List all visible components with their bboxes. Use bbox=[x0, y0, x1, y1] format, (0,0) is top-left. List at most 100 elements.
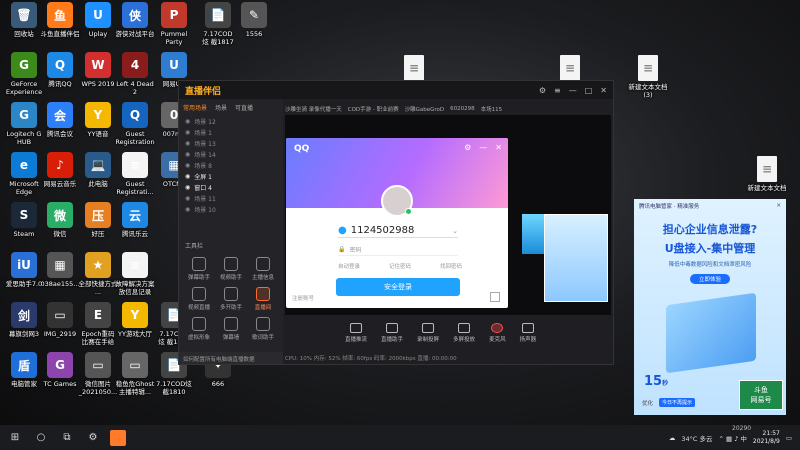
try-now-button[interactable]: 立即体验 bbox=[690, 274, 730, 284]
scene-item[interactable]: ◉ 窗口 4 bbox=[179, 182, 283, 193]
tool-button[interactable]: 直播间 bbox=[247, 287, 279, 311]
app-icon: Q bbox=[47, 52, 73, 78]
menu-icon[interactable]: ≡ bbox=[554, 86, 561, 95]
tray-icons[interactable]: ⌃ ▦ ♪ 中 bbox=[718, 433, 746, 443]
login-button[interactable]: 安全登录 bbox=[336, 278, 460, 296]
search-icon[interactable]: ○ bbox=[30, 429, 52, 447]
scene-item[interactable]: ◉ 场景 13 bbox=[179, 138, 283, 149]
tab-common-scenes[interactable]: 常用场景 bbox=[183, 103, 207, 112]
stream-control-button[interactable]: 麦克风 bbox=[489, 323, 506, 343]
scene-label: 全屏 1 bbox=[194, 174, 212, 181]
tool-button[interactable]: 视频助手 bbox=[215, 257, 247, 281]
stream-control-button[interactable]: 扬声器 bbox=[520, 323, 536, 343]
desktop-icon-doc-1[interactable]: ≡ bbox=[392, 55, 436, 83]
eye-icon[interactable]: ◉ bbox=[185, 162, 190, 169]
taskbar-live-app-icon[interactable] bbox=[110, 429, 126, 446]
scene-item[interactable]: ◉ 场景 1 bbox=[179, 127, 283, 138]
remember-password-checkbox[interactable]: 记住密码 bbox=[389, 262, 411, 270]
stream-info-item[interactable]: 本场115 bbox=[481, 105, 503, 113]
close-icon[interactable]: ✕ bbox=[776, 203, 781, 209]
eye-icon[interactable]: ◉ bbox=[185, 184, 190, 191]
desktop-icon[interactable]: 侠游侠对战平台 bbox=[113, 2, 157, 38]
tool-icon bbox=[224, 317, 238, 331]
dont-show-today-button[interactable]: 今日不再提示 bbox=[659, 398, 696, 407]
account-field[interactable]: ● 1124502988 ⌄ bbox=[338, 224, 458, 238]
stream-controls: 直播推流 直播助手 录制投屏 多屏投放 麦克风 扬声器 bbox=[285, 319, 609, 347]
stream-control-button[interactable]: 直播助手 bbox=[381, 323, 403, 343]
eye-icon[interactable]: ◉ bbox=[185, 129, 190, 136]
preview-thumbnail[interactable] bbox=[522, 214, 544, 254]
desktop-icon-label: Guest Registrati... bbox=[116, 180, 154, 196]
chevron-down-icon[interactable]: ⌄ bbox=[452, 227, 458, 235]
preview-thumbnail[interactable] bbox=[544, 214, 608, 302]
tool-button[interactable]: 弹幕墙 bbox=[215, 317, 247, 341]
scene-item[interactable]: ◉ 场景 12 bbox=[179, 116, 283, 127]
scene-item[interactable]: ◉ 全屏 1 bbox=[179, 171, 283, 182]
stream-info-item[interactable]: 沙雕坐骑 录像代播一天 bbox=[285, 105, 342, 113]
desktop-icon[interactable]: ✎ 1556 bbox=[232, 2, 276, 38]
settings-icon[interactable]: ⚙ bbox=[464, 143, 471, 152]
clock[interactable]: 21:57 2021/8/9 bbox=[753, 430, 780, 446]
tool-icon bbox=[256, 317, 270, 331]
tool-button[interactable]: 视频直播 bbox=[183, 287, 215, 311]
stream-info-item[interactable]: 6020298 bbox=[450, 106, 475, 112]
minimize-icon[interactable]: — bbox=[479, 143, 487, 152]
register-link[interactable]: 注册账号 bbox=[292, 294, 314, 302]
desktop-icon[interactable]: Q Guest Registration bbox=[113, 102, 157, 146]
close-icon[interactable]: ✕ bbox=[600, 86, 607, 95]
countdown-unit: 秒 bbox=[662, 380, 669, 387]
tab-scenes[interactable]: 场景 bbox=[215, 103, 227, 112]
stream-control-button[interactable]: 录制投屏 bbox=[417, 323, 439, 343]
tool-button[interactable]: 弹幕助手 bbox=[183, 257, 215, 281]
auto-login-checkbox[interactable]: 自动登录 bbox=[338, 262, 360, 270]
settings-icon[interactable]: ⚙ bbox=[82, 429, 104, 447]
stream-control-button[interactable]: 直播推流 bbox=[345, 323, 367, 343]
desktop-icon[interactable]: 云腾讯乐云 bbox=[113, 202, 157, 238]
login-options: 自动登录 记住密码 找回密码 bbox=[338, 262, 462, 270]
qr-code-icon[interactable] bbox=[490, 292, 500, 302]
windows-start-icon[interactable]: ⊞ bbox=[4, 429, 26, 447]
eye-icon[interactable]: ◉ bbox=[185, 173, 190, 180]
desktop-icon[interactable]: ≡ Guest Registrati... bbox=[113, 152, 157, 196]
desktop-icon-new-text-3[interactable]: ≡ 新建文本文档 (3) bbox=[626, 55, 670, 99]
desktop-icon[interactable]: 4 Left 4 Dead 2 bbox=[113, 52, 157, 96]
desktop-icon-new-text[interactable]: ≡ 新建文本文档 bbox=[745, 156, 789, 192]
qq-brand: QQ bbox=[294, 144, 310, 154]
tool-button[interactable]: 多开助手 bbox=[215, 287, 247, 311]
avatar[interactable] bbox=[381, 185, 413, 217]
stream-control-button[interactable]: 多屏投放 bbox=[453, 323, 475, 343]
stream-info-item[interactable]: 沙雕GabeGroD bbox=[405, 105, 445, 113]
eye-icon[interactable]: ◉ bbox=[185, 140, 190, 147]
online-status-icon bbox=[405, 208, 412, 215]
desktop-icon[interactable]: ▭ 稳鱼危Ghost 主播特辑... bbox=[113, 352, 157, 396]
desktop-icon[interactable]: ≡ 故障解决方案 放信息记录 bbox=[113, 252, 157, 296]
scene-item[interactable]: ◉ 场景 8 bbox=[179, 160, 283, 171]
tool-button[interactable]: 歌词助手 bbox=[247, 317, 279, 341]
scene-item[interactable]: ◉ 场景 14 bbox=[179, 149, 283, 160]
tool-icon bbox=[256, 257, 270, 271]
tool-button[interactable]: 虚拟形象 bbox=[183, 317, 215, 341]
weather-text[interactable]: 34°C 多云 bbox=[681, 433, 712, 443]
tool-label: 弹幕助手 bbox=[187, 275, 210, 281]
close-icon[interactable]: ✕ bbox=[495, 143, 502, 152]
eye-icon[interactable]: ◉ bbox=[185, 151, 190, 158]
desktop-icon-doc-2[interactable]: ≡ bbox=[548, 55, 592, 83]
password-field[interactable]: 🔒 密码 bbox=[338, 244, 458, 256]
eye-icon[interactable]: ◉ bbox=[185, 206, 190, 213]
desktop-icon[interactable]: Y YY游戏大厅 bbox=[113, 302, 157, 338]
scene-item[interactable]: ◉ 场景 11 bbox=[179, 193, 283, 204]
tool-button[interactable]: 主播信息 bbox=[247, 257, 279, 281]
forgot-password-link[interactable]: 找回密码 bbox=[440, 262, 462, 270]
settings-icon[interactable]: ⚙ bbox=[539, 86, 546, 95]
eye-icon[interactable]: ◉ bbox=[185, 118, 190, 125]
desktop-icon[interactable]: P Pummel Party bbox=[152, 2, 196, 46]
eye-icon[interactable]: ◉ bbox=[185, 195, 190, 202]
maximize-icon[interactable]: □ bbox=[585, 86, 593, 95]
stream-info-item[interactable]: COD手游 - 职业前赛 bbox=[348, 105, 399, 113]
task-view-icon[interactable]: ⧉ bbox=[56, 429, 78, 447]
notice-bar[interactable]: 如何配置所有电脑端直播数据 bbox=[179, 352, 283, 364]
scene-item[interactable]: ◉ 场景 10 bbox=[179, 204, 283, 215]
minimize-icon[interactable]: — bbox=[569, 86, 577, 95]
notification-icon[interactable]: ▭ bbox=[786, 434, 792, 442]
tab-live[interactable]: 可直播 bbox=[235, 103, 253, 112]
